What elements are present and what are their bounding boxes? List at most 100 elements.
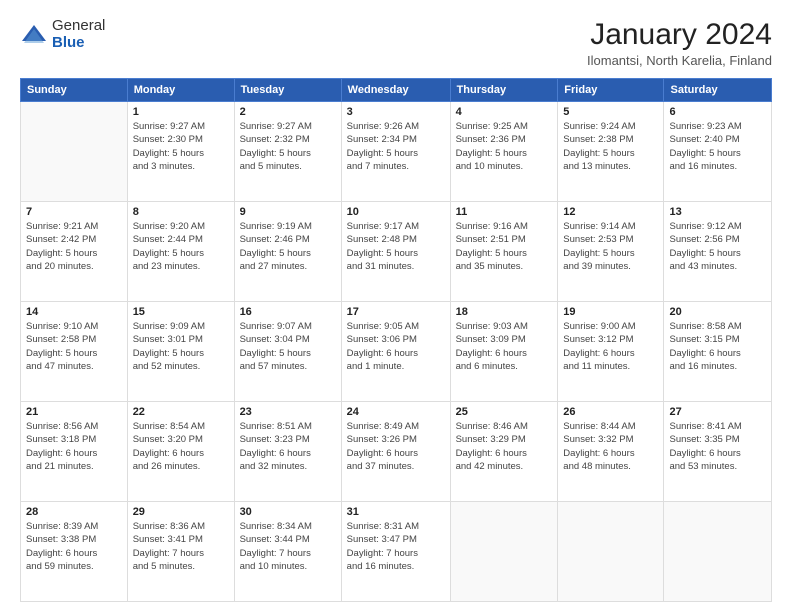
day-info: Sunrise: 9:27 AMSunset: 2:30 PMDaylight:… xyxy=(133,120,229,173)
calendar-cell: 21 Sunrise: 8:56 AMSunset: 3:18 PMDayligh… xyxy=(21,402,128,502)
day-number: 29 xyxy=(133,506,229,518)
day-info: Sunrise: 8:41 AMSunset: 3:35 PMDaylight:… xyxy=(669,420,766,473)
calendar-cell: 2 Sunrise: 9:27 AMSunset: 2:32 PMDaylight… xyxy=(234,102,341,202)
day-number: 1 xyxy=(133,106,229,118)
calendar-cell: 22 Sunrise: 8:54 AMSunset: 3:20 PMDayligh… xyxy=(127,402,234,502)
week-row-3: 14 Sunrise: 9:10 AMSunset: 2:58 PMDayligh… xyxy=(21,302,772,402)
page: General Blue January 2024 Ilomantsi, Nor… xyxy=(0,0,792,612)
day-info: Sunrise: 9:21 AMSunset: 2:42 PMDaylight:… xyxy=(26,220,122,273)
day-number: 13 xyxy=(669,206,766,218)
weekday-tuesday: Tuesday xyxy=(234,79,341,102)
day-info: Sunrise: 8:49 AMSunset: 3:26 PMDaylight:… xyxy=(347,420,445,473)
day-info: Sunrise: 9:24 AMSunset: 2:38 PMDaylight:… xyxy=(563,120,658,173)
day-number: 15 xyxy=(133,306,229,318)
calendar-cell: 27 Sunrise: 8:41 AMSunset: 3:35 PMDayligh… xyxy=(664,402,772,502)
calendar-cell: 30 Sunrise: 8:34 AMSunset: 3:44 PMDayligh… xyxy=(234,502,341,602)
logo-text: General Blue xyxy=(52,18,105,51)
day-info: Sunrise: 9:20 AMSunset: 2:44 PMDaylight:… xyxy=(133,220,229,273)
day-number: 18 xyxy=(456,306,553,318)
weekday-wednesday: Wednesday xyxy=(341,79,450,102)
day-info: Sunrise: 8:34 AMSunset: 3:44 PMDaylight:… xyxy=(240,520,336,573)
day-info: Sunrise: 8:56 AMSunset: 3:18 PMDaylight:… xyxy=(26,420,122,473)
calendar-cell: 23 Sunrise: 8:51 AMSunset: 3:23 PMDayligh… xyxy=(234,402,341,502)
calendar-cell: 25 Sunrise: 8:46 AMSunset: 3:29 PMDayligh… xyxy=(450,402,558,502)
day-info: Sunrise: 9:03 AMSunset: 3:09 PMDaylight:… xyxy=(456,320,553,373)
calendar-cell: 19Sunrise: 9:00 AMSunset: 3:12 PMDayligh… xyxy=(558,302,664,402)
calendar-cell: 14 Sunrise: 9:10 AMSunset: 2:58 PMDayligh… xyxy=(21,302,128,402)
logo-blue-text: Blue xyxy=(52,35,105,52)
calendar-cell: 10 Sunrise: 9:17 AMSunset: 2:48 PMDayligh… xyxy=(341,202,450,302)
weekday-sunday: Sunday xyxy=(21,79,128,102)
calendar-cell: 12 Sunrise: 9:14 AMSunset: 2:53 PMDayligh… xyxy=(558,202,664,302)
calendar-cell: 3 Sunrise: 9:26 AMSunset: 2:34 PMDaylight… xyxy=(341,102,450,202)
day-info: Sunrise: 9:26 AMSunset: 2:34 PMDaylight:… xyxy=(347,120,445,173)
calendar-cell xyxy=(664,502,772,602)
calendar-cell: 16Sunrise: 9:07 AMSunset: 3:04 PMDayligh… xyxy=(234,302,341,402)
day-info: Sunrise: 9:12 AMSunset: 2:56 PMDaylight:… xyxy=(669,220,766,273)
day-number: 23 xyxy=(240,406,336,418)
calendar-cell xyxy=(21,102,128,202)
weekday-header-row: SundayMondayTuesdayWednesdayThursdayFrid… xyxy=(21,79,772,102)
day-number: 2 xyxy=(240,106,336,118)
day-number: 10 xyxy=(347,206,445,218)
calendar-cell xyxy=(558,502,664,602)
day-info: Sunrise: 9:09 AMSunset: 3:01 PMDaylight:… xyxy=(133,320,229,373)
title-section: January 2024 Ilomantsi, North Karelia, F… xyxy=(587,18,772,68)
calendar-cell: 20 Sunrise: 8:58 AMSunset: 3:15 PMDayligh… xyxy=(664,302,772,402)
calendar-cell: 28 Sunrise: 8:39 AMSunset: 3:38 PMDayligh… xyxy=(21,502,128,602)
week-row-4: 21 Sunrise: 8:56 AMSunset: 3:18 PMDayligh… xyxy=(21,402,772,502)
calendar-cell: 1 Sunrise: 9:27 AMSunset: 2:30 PMDaylight… xyxy=(127,102,234,202)
day-info: Sunrise: 8:44 AMSunset: 3:32 PMDaylight:… xyxy=(563,420,658,473)
day-number: 21 xyxy=(26,406,122,418)
logo-icon xyxy=(20,21,48,49)
calendar-cell: 11Sunrise: 9:16 AMSunset: 2:51 PMDayligh… xyxy=(450,202,558,302)
week-row-5: 28 Sunrise: 8:39 AMSunset: 3:38 PMDayligh… xyxy=(21,502,772,602)
day-number: 3 xyxy=(347,106,445,118)
calendar-cell: 8Sunrise: 9:20 AMSunset: 2:44 PMDaylight… xyxy=(127,202,234,302)
weekday-saturday: Saturday xyxy=(664,79,772,102)
day-info: Sunrise: 9:05 AMSunset: 3:06 PMDaylight:… xyxy=(347,320,445,373)
day-number: 19 xyxy=(563,306,658,318)
calendar-cell xyxy=(450,502,558,602)
day-number: 22 xyxy=(133,406,229,418)
day-number: 14 xyxy=(26,306,122,318)
calendar-cell: 15 Sunrise: 9:09 AMSunset: 3:01 PMDayligh… xyxy=(127,302,234,402)
day-info: Sunrise: 9:27 AMSunset: 2:32 PMDaylight:… xyxy=(240,120,336,173)
calendar-cell: 29 Sunrise: 8:36 AMSunset: 3:41 PMDayligh… xyxy=(127,502,234,602)
day-number: 12 xyxy=(563,206,658,218)
day-number: 30 xyxy=(240,506,336,518)
calendar-cell: 4Sunrise: 9:25 AMSunset: 2:36 PMDaylight… xyxy=(450,102,558,202)
day-info: Sunrise: 8:39 AMSunset: 3:38 PMDaylight:… xyxy=(26,520,122,573)
day-number: 27 xyxy=(669,406,766,418)
calendar-cell: 24 Sunrise: 8:49 AMSunset: 3:26 PMDayligh… xyxy=(341,402,450,502)
day-number: 16 xyxy=(240,306,336,318)
day-info: Sunrise: 8:54 AMSunset: 3:20 PMDaylight:… xyxy=(133,420,229,473)
weekday-monday: Monday xyxy=(127,79,234,102)
day-number: 20 xyxy=(669,306,766,318)
day-number: 25 xyxy=(456,406,553,418)
calendar-table: SundayMondayTuesdayWednesdayThursdayFrid… xyxy=(20,78,772,602)
day-info: Sunrise: 9:19 AMSunset: 2:46 PMDaylight:… xyxy=(240,220,336,273)
day-number: 11 xyxy=(456,206,553,218)
day-number: 24 xyxy=(347,406,445,418)
logo-general-text: General xyxy=(52,18,105,35)
day-number: 28 xyxy=(26,506,122,518)
day-number: 31 xyxy=(347,506,445,518)
day-number: 7 xyxy=(26,206,122,218)
calendar-cell: 26Sunrise: 8:44 AMSunset: 3:32 PMDayligh… xyxy=(558,402,664,502)
day-info: Sunrise: 9:23 AMSunset: 2:40 PMDaylight:… xyxy=(669,120,766,173)
day-number: 9 xyxy=(240,206,336,218)
calendar-cell: 13 Sunrise: 9:12 AMSunset: 2:56 PMDayligh… xyxy=(664,202,772,302)
day-info: Sunrise: 8:31 AMSunset: 3:47 PMDaylight:… xyxy=(347,520,445,573)
day-info: Sunrise: 9:17 AMSunset: 2:48 PMDaylight:… xyxy=(347,220,445,273)
day-info: Sunrise: 8:58 AMSunset: 3:15 PMDaylight:… xyxy=(669,320,766,373)
day-info: Sunrise: 9:10 AMSunset: 2:58 PMDaylight:… xyxy=(26,320,122,373)
day-info: Sunrise: 8:46 AMSunset: 3:29 PMDaylight:… xyxy=(456,420,553,473)
header: General Blue January 2024 Ilomantsi, Nor… xyxy=(20,18,772,68)
week-row-1: 1 Sunrise: 9:27 AMSunset: 2:30 PMDaylight… xyxy=(21,102,772,202)
day-number: 4 xyxy=(456,106,553,118)
day-info: Sunrise: 8:36 AMSunset: 3:41 PMDaylight:… xyxy=(133,520,229,573)
day-info: Sunrise: 8:51 AMSunset: 3:23 PMDaylight:… xyxy=(240,420,336,473)
calendar-cell: 17Sunrise: 9:05 AMSunset: 3:06 PMDayligh… xyxy=(341,302,450,402)
day-info: Sunrise: 9:14 AMSunset: 2:53 PMDaylight:… xyxy=(563,220,658,273)
